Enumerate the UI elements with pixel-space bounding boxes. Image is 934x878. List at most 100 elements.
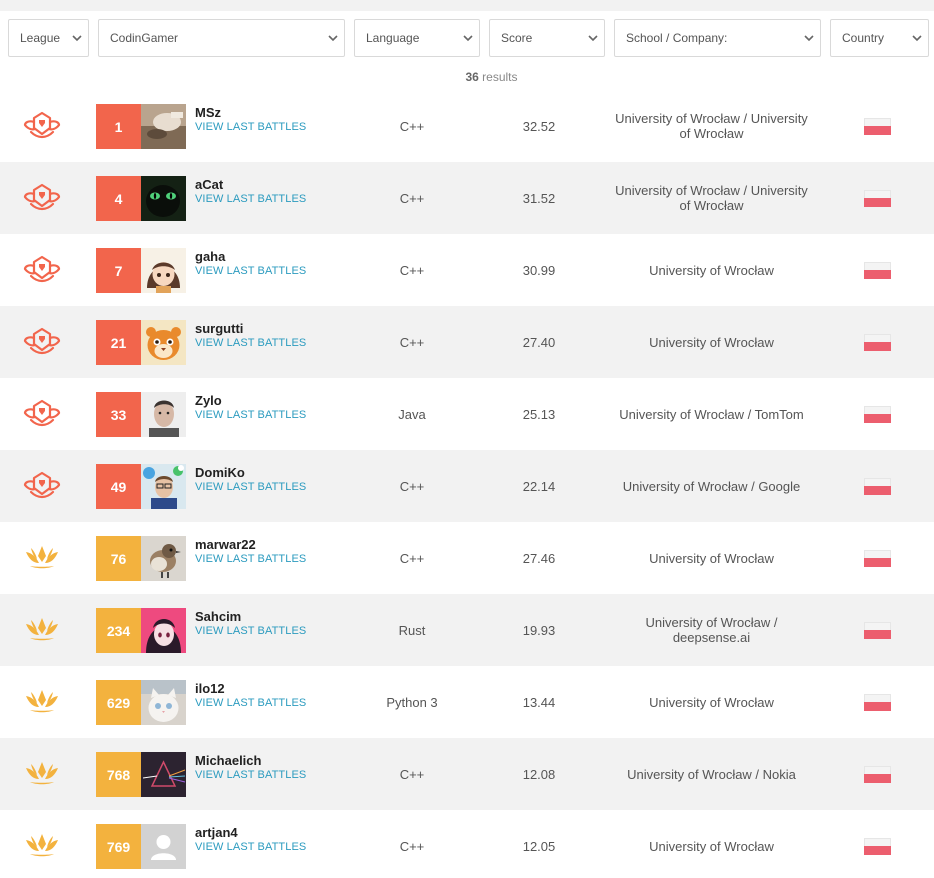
avatar[interactable] <box>141 824 186 869</box>
gold-league-icon <box>22 830 62 860</box>
legend-league-icon <box>22 326 62 356</box>
rank-badge: 768 <box>96 752 141 797</box>
legend-league-icon <box>22 254 62 284</box>
username-link[interactable]: Michaelich <box>195 753 261 768</box>
avatar[interactable] <box>141 752 186 797</box>
language-cell: C++ <box>399 334 425 350</box>
country-filter[interactable]: Country <box>830 19 929 57</box>
codingamer-filter-label: CodinGamer <box>110 31 179 45</box>
poland-flag-icon <box>864 190 891 207</box>
score-cell: 13.44 <box>522 694 556 710</box>
school-cell: University of Wrocław / University of Wr… <box>615 183 808 213</box>
view-last-battles-link[interactable]: VIEW LAST BATTLES <box>195 409 306 421</box>
score-cell: 12.05 <box>522 838 556 854</box>
top-strip <box>0 0 934 11</box>
score-filter-label: Score <box>501 31 533 45</box>
chevron-down-icon <box>66 20 88 56</box>
username-link[interactable]: DomiKo <box>195 465 245 480</box>
username-link[interactable]: Zylo <box>195 393 222 408</box>
view-last-battles-link[interactable]: VIEW LAST BATTLES <box>195 481 306 493</box>
score-cell: 19.93 <box>522 622 556 638</box>
filter-bar: League CodinGamer Language Score School … <box>0 19 934 57</box>
chevron-down-icon <box>322 20 344 56</box>
view-last-battles-link[interactable]: VIEW LAST BATTLES <box>195 121 306 133</box>
avatar[interactable] <box>141 104 186 149</box>
leaderboard-row: 7 gaha VIEW LAST BATTLES C++ 30.99 University… <box>0 234 934 306</box>
school-cell: University of Wrocław / University of Wr… <box>615 111 808 141</box>
language-cell: C++ <box>399 190 425 206</box>
language-cell: C++ <box>399 262 425 278</box>
username-link[interactable]: gaha <box>195 249 225 264</box>
username-link[interactable]: MSz <box>195 105 221 120</box>
results-number: 36 <box>465 70 479 84</box>
school-cell: University of Wrocław <box>649 838 774 854</box>
username-link[interactable]: artjan4 <box>195 825 238 840</box>
username-link[interactable]: Sahcim <box>195 609 241 624</box>
username-link[interactable]: ilo12 <box>195 681 225 696</box>
results-suffix: results <box>482 70 518 84</box>
avatar[interactable] <box>141 608 186 653</box>
view-last-battles-link[interactable]: VIEW LAST BATTLES <box>195 553 306 565</box>
avatar[interactable] <box>141 392 186 437</box>
legend-league-icon <box>22 470 62 500</box>
avatar[interactable] <box>141 176 186 221</box>
language-cell: C++ <box>399 550 425 566</box>
codingamer-filter[interactable]: CodinGamer <box>98 19 345 57</box>
view-last-battles-link[interactable]: VIEW LAST BATTLES <box>195 265 306 277</box>
view-last-battles-link[interactable]: VIEW LAST BATTLES <box>195 769 306 781</box>
username-link[interactable]: marwar22 <box>195 537 256 552</box>
school-cell: University of Wrocław / Nokia <box>627 766 796 782</box>
school-cell: University of Wrocław / TomTom <box>619 406 804 422</box>
school-cell: University of Wrocław / deepsense.ai <box>645 615 778 645</box>
score-cell: 32.52 <box>522 118 556 134</box>
rank-badge: 629 <box>96 680 141 725</box>
leaderboard-row: 768 Michaelich VIEW LAST BATTLES C++ 12.08 Un… <box>0 738 934 810</box>
username-link[interactable]: surgutti <box>195 321 243 336</box>
rank-badge: 76 <box>96 536 141 581</box>
avatar[interactable] <box>141 536 186 581</box>
poland-flag-icon <box>864 262 891 279</box>
language-cell: Python 3 <box>386 694 438 710</box>
score-cell: 22.14 <box>522 478 556 494</box>
score-cell: 27.46 <box>522 550 556 566</box>
view-last-battles-link[interactable]: VIEW LAST BATTLES <box>195 625 306 637</box>
poland-flag-icon <box>864 406 891 423</box>
leaderboard-row: 234 Sahcim VIEW LAST BATTLES Rust 19.93 Unive… <box>0 594 934 666</box>
avatar[interactable] <box>141 464 186 509</box>
leaderboard-row: 4 aCat VIEW LAST BATTLES C++ 31.52 University… <box>0 162 934 234</box>
chevron-down-icon <box>582 20 604 56</box>
score-cell: 30.99 <box>522 262 556 278</box>
language-cell: C++ <box>399 118 425 134</box>
league-filter-label: League <box>20 31 61 45</box>
score-cell: 27.40 <box>522 334 556 350</box>
chevron-down-icon <box>798 20 820 56</box>
score-filter[interactable]: Score <box>489 19 605 57</box>
league-filter[interactable]: League <box>8 19 89 57</box>
poland-flag-icon <box>864 838 891 855</box>
poland-flag-icon <box>864 766 891 783</box>
avatar[interactable] <box>141 320 186 365</box>
score-cell: 25.13 <box>522 406 556 422</box>
language-filter[interactable]: Language <box>354 19 480 57</box>
gold-league-icon <box>22 614 62 644</box>
poland-flag-icon <box>864 694 891 711</box>
chevron-down-icon <box>457 20 479 56</box>
school-cell: University of Wrocław <box>649 262 774 278</box>
score-cell: 12.08 <box>522 766 556 782</box>
view-last-battles-link[interactable]: VIEW LAST BATTLES <box>195 697 306 709</box>
poland-flag-icon <box>864 550 891 567</box>
gold-league-icon <box>22 686 62 716</box>
rank-badge: 1 <box>96 104 141 149</box>
view-last-battles-link[interactable]: VIEW LAST BATTLES <box>195 841 306 853</box>
school-filter[interactable]: School / Company: <box>614 19 821 57</box>
leaderboard-row: 629 ilo12 VIEW LAST BATTLES Python 3 13.44 Un… <box>0 666 934 738</box>
view-last-battles-link[interactable]: VIEW LAST BATTLES <box>195 337 306 349</box>
language-cell: C++ <box>399 478 425 494</box>
poland-flag-icon <box>864 118 891 135</box>
avatar[interactable] <box>141 248 186 293</box>
avatar[interactable] <box>141 680 186 725</box>
language-filter-label: Language <box>366 31 420 45</box>
view-last-battles-link[interactable]: VIEW LAST BATTLES <box>195 193 306 205</box>
username-link[interactable]: aCat <box>195 177 223 192</box>
poland-flag-icon <box>864 622 891 639</box>
